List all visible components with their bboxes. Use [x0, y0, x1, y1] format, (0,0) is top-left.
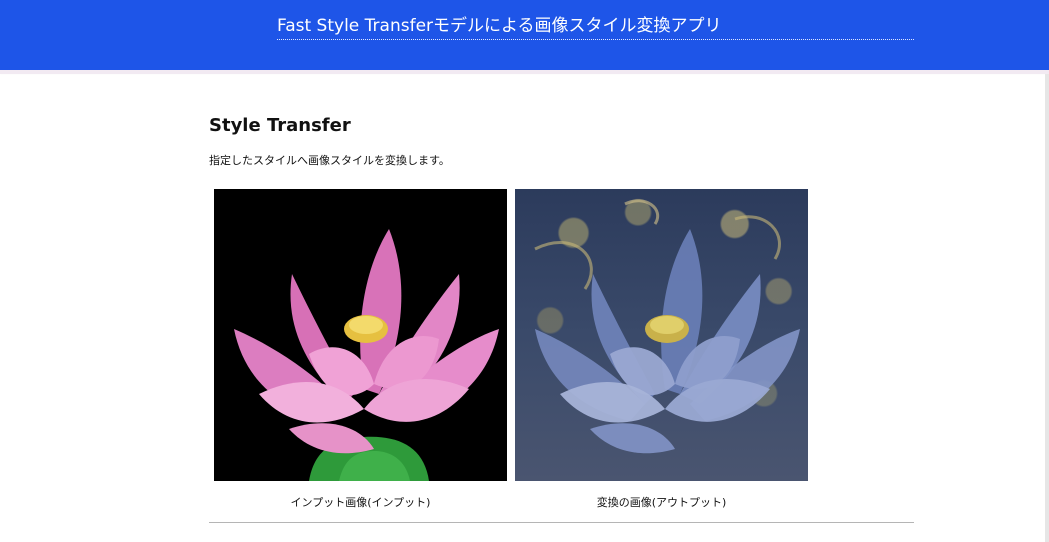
app-title: Fast Style Transferモデルによる画像スタイル変換アプリ — [277, 14, 914, 40]
section-divider — [209, 522, 914, 523]
header-divider — [0, 70, 1049, 74]
output-image-caption: 変換の画像(アウトプット) — [596, 496, 727, 509]
input-image — [214, 189, 507, 481]
app-header: Fast Style Transferモデルによる画像スタイル変換アプリ — [0, 0, 1049, 70]
input-image-caption: インプット画像(インプット) — [290, 496, 431, 509]
scrollbar-track[interactable] — [1045, 74, 1049, 542]
lotus-input-drawing — [214, 189, 507, 481]
section-description: 指定したスタイルへ画像スタイルを変換します。 — [209, 154, 450, 167]
output-image — [515, 189, 808, 481]
lotus-output-drawing — [534, 199, 800, 454]
section-title: Style Transfer — [209, 115, 351, 136]
